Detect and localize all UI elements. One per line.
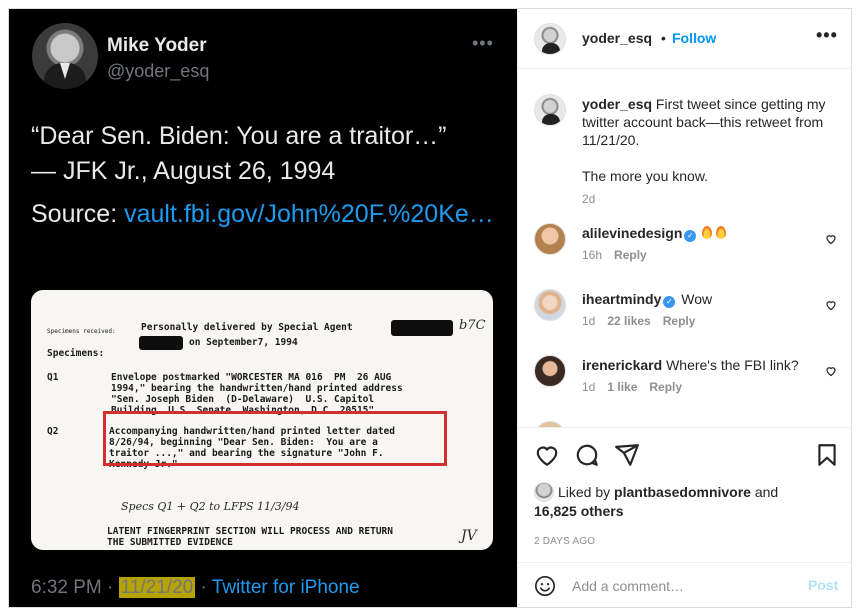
doc-q1-text: Envelope postmarked "WORCESTER MA 016 PM… — [111, 372, 403, 416]
post-dialog: Mike Yoder @yoder_esq ••• “Dear Sen. Bid… — [8, 8, 852, 608]
tweet-author-name: Mike Yoder — [107, 35, 207, 56]
comment-body: iheartmindy ✓ Wow — [582, 290, 826, 308]
fbi-document-image: Specimens received: Personally delivered… — [31, 290, 493, 550]
caption-username[interactable]: yoder_esq — [582, 96, 652, 112]
doc-specimens-received: Specimens received: — [47, 328, 116, 335]
doc-footer: LATENT FINGERPRINT SECTION WILL PROCESS … — [107, 526, 393, 548]
tweet-time: 6:32 PM · — [31, 577, 119, 598]
caption-age: 2d — [582, 192, 596, 206]
tweet-footer: 6:32 PM · 11/21/20 · Twitter for iPhone — [31, 577, 360, 599]
comment-input[interactable] — [572, 576, 792, 596]
comment-age: 1d — [582, 380, 596, 394]
tweet-avatar — [32, 23, 98, 89]
separator-dot: • — [661, 30, 666, 46]
heart-icon[interactable] — [825, 299, 837, 311]
avatar[interactable] — [534, 482, 554, 502]
comment-text: Wow — [681, 291, 713, 307]
tweet-text: “Dear Sen. Biden: You are a traitor…” — … — [31, 122, 447, 185]
comment-age: 1d — [582, 314, 596, 328]
heart-icon[interactable] — [825, 365, 837, 377]
tweet-footer-separator: · — [195, 577, 212, 598]
tweet-source-link: vault.fbi.gov/John%20F.%20Ke… — [124, 200, 494, 228]
verified-badge-icon: ✓ — [684, 230, 697, 242]
liked-by-user[interactable]: plantbasedomnivore — [614, 484, 751, 500]
share-icon[interactable] — [614, 442, 640, 468]
fire-emoji-icon — [716, 226, 727, 239]
comment-meta: 16h Reply — [582, 248, 659, 262]
highlight-box — [103, 411, 447, 466]
follow-button[interactable]: Follow — [672, 30, 716, 46]
post-actions: Liked by plantbasedomnivore and 16,825 o… — [518, 427, 851, 607]
emoji-icon[interactable] — [534, 575, 556, 597]
heart-icon[interactable] — [534, 442, 560, 468]
tweet-date: 11/21/20 — [118, 577, 196, 598]
comment-body: irenerickard Where's the FBI link? — [582, 356, 826, 374]
comment-username[interactable]: irenerickard — [582, 357, 662, 373]
add-comment-bar: Post — [518, 562, 851, 608]
doc-line2: on September7, 1994 — [189, 337, 298, 348]
doc-handwritten-note: Specs Q1 + Q2 to LFPS 11/3/94 — [121, 500, 300, 513]
redaction-bar — [139, 336, 183, 350]
comment-username[interactable]: iheartmindy — [582, 291, 661, 307]
comment-meta: 1d 22 likes Reply — [582, 314, 707, 328]
fire-emoji-icon — [702, 226, 713, 239]
doc-initials: JV — [461, 528, 477, 544]
redaction-bar — [391, 320, 453, 336]
comments-list[interactable]: yoder_esq First tweet since getting my t… — [518, 70, 851, 427]
verified-badge-icon: ✓ — [663, 296, 676, 308]
caption-body: yoder_esq First tweet since getting my t… — [582, 95, 826, 185]
avatar[interactable] — [534, 223, 566, 255]
tweet-source: Source: vault.fbi.gov/John%20F.%20Ke… — [31, 197, 501, 232]
avatar[interactable] — [534, 94, 566, 126]
comment-username[interactable]: alilevinedesign — [582, 225, 682, 241]
comment-age: 16h — [582, 248, 603, 262]
tweet-source-label: Source: — [31, 200, 125, 228]
liked-by: Liked by plantbasedomnivore and 16,825 o… — [534, 482, 834, 520]
liked-by-others[interactable]: 16,825 others — [534, 503, 624, 519]
doc-q2-label: Q2 — [47, 426, 59, 437]
avatar[interactable] — [534, 289, 566, 321]
more-options-icon[interactable]: ••• — [816, 25, 838, 46]
doc-line1: Personally delivered by Special Agent — [141, 322, 353, 333]
heart-icon[interactable] — [825, 233, 837, 245]
comment-body: alilevinedesign ✓ — [582, 224, 826, 242]
doc-q1-label: Q1 — [47, 372, 59, 383]
bookmark-icon[interactable] — [814, 442, 840, 468]
tweet-author-handle: @yoder_esq — [107, 61, 210, 81]
post-side-panel: yoder_esq • Follow ••• yoder_esq First t… — [517, 9, 851, 607]
avatar[interactable] — [534, 23, 566, 55]
caption-meta: 2d — [582, 192, 607, 206]
post-header: yoder_esq • Follow ••• — [518, 9, 851, 69]
comment-icon[interactable] — [574, 442, 600, 468]
liked-by-and: and — [750, 484, 779, 500]
tweet-client: Twitter for iPhone — [211, 577, 360, 598]
reply-button[interactable]: Reply — [649, 380, 682, 394]
reply-button[interactable]: Reply — [614, 248, 647, 262]
caption-text-2: The more you know. — [582, 168, 709, 184]
comment-text: Where's the FBI link? — [666, 357, 799, 373]
comment-meta: 1d 1 like Reply — [582, 380, 694, 394]
post-comment-button[interactable]: Post — [808, 577, 838, 593]
reply-button[interactable]: Reply — [663, 314, 696, 328]
avatar[interactable] — [534, 355, 566, 387]
liked-by-prefix: Liked by — [558, 484, 615, 500]
post-media[interactable]: Mike Yoder @yoder_esq ••• “Dear Sen. Bid… — [9, 9, 517, 607]
doc-margin-note: b7C — [459, 318, 486, 333]
post-username[interactable]: yoder_esq — [582, 30, 652, 46]
post-timestamp[interactable]: 2 DAYS AGO — [534, 536, 595, 547]
comment-likes[interactable]: 22 likes — [607, 314, 650, 328]
comment-likes[interactable]: 1 like — [607, 380, 637, 394]
more-horizontal-icon: ••• — [472, 33, 494, 53]
doc-specimens: Specimens: — [47, 348, 105, 359]
